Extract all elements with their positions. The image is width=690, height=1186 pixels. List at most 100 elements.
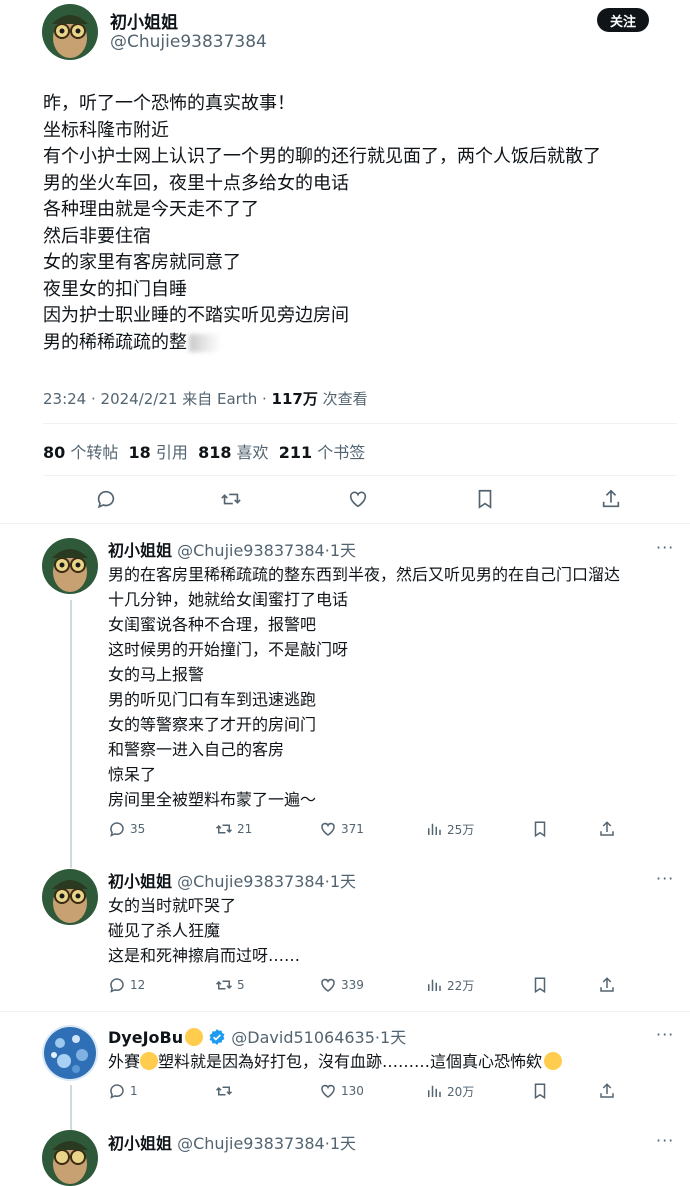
reply-line: 碰见了杀人狂魔 xyxy=(108,921,221,940)
post-body: 昨，听了一个恐怖的真实故事！ 坐标科隆市附近 有个小护士网上认识了一个男的聊的还… xyxy=(43,91,601,356)
avatar[interactable] xyxy=(42,538,98,594)
bookmark-button[interactable] xyxy=(474,488,496,510)
views-button[interactable]: 22万 xyxy=(425,976,474,994)
reply-button[interactable]: 1 xyxy=(108,1082,138,1100)
bookmark-icon xyxy=(534,977,546,994)
follow-button[interactable]: 关注 xyxy=(597,8,649,32)
share-button[interactable] xyxy=(598,1082,616,1100)
scream-emoji-icon xyxy=(140,1052,159,1070)
post-line-text: 男的稀稀疏疏的整 xyxy=(43,331,187,353)
views-label: 次查看 xyxy=(317,390,368,408)
post-line: 各种理由就是今天走不了了 xyxy=(43,199,259,220)
divider xyxy=(43,475,677,476)
views-count: 25万 xyxy=(447,822,475,837)
avatar[interactable] xyxy=(42,1025,98,1081)
reply-header: 初小姐姐 @Chujie93837384·1天 xyxy=(108,1130,356,1154)
share-icon xyxy=(600,1083,614,1098)
author-name[interactable]: DyeJoBu xyxy=(108,1028,183,1047)
more-options-icon[interactable]: ··· xyxy=(656,1025,674,1044)
divider xyxy=(0,1011,690,1012)
retweet-button[interactable]: 5 xyxy=(215,976,245,994)
share-button[interactable] xyxy=(598,820,616,838)
reply-button[interactable]: 35 xyxy=(108,820,145,838)
reply-time[interactable]: ·1天 xyxy=(325,872,356,891)
post-line: 夜里女的扣门自睡 xyxy=(43,278,187,300)
bookmarks-stat[interactable]: 211 个书签 xyxy=(279,443,366,462)
reply-icon xyxy=(110,822,124,837)
post-line: 然后非要住宿 xyxy=(43,225,151,247)
like-button[interactable]: 339 xyxy=(319,976,364,994)
post-line: 昨，听了一个恐怖的真实故事！ xyxy=(43,93,295,114)
retweet-button[interactable]: 21 xyxy=(215,820,252,838)
more-options-icon[interactable]: ··· xyxy=(656,538,674,557)
bookmark-button[interactable] xyxy=(531,1082,549,1100)
reply-line: 这是和死神擦肩而过呀…… xyxy=(108,946,301,965)
retweet-count: 21 xyxy=(237,822,253,836)
share-icon xyxy=(602,489,620,508)
reply-body: 男的在客房里稀稀疏疏的整东西到半夜，然后又听见男的在自己门口溜达 十几分钟，她就… xyxy=(108,562,620,812)
avatar[interactable] xyxy=(42,869,98,925)
views-count: 117万 xyxy=(271,390,318,408)
share-icon xyxy=(600,821,614,836)
reply-button[interactable]: 12 xyxy=(108,976,145,994)
avatar[interactable] xyxy=(42,1130,98,1186)
quotes-stat[interactable]: 18 引用 xyxy=(129,443,188,462)
reply-icon xyxy=(110,1084,124,1099)
blurred-text xyxy=(189,333,221,352)
share-button[interactable] xyxy=(600,488,622,510)
retweet-icon xyxy=(215,980,233,990)
retweets-stat[interactable]: 80 个转帖 xyxy=(43,443,118,462)
post-line: 有个小护士网上认识了一个男的聊的还行就见面了，两个人饭后就散了 xyxy=(43,146,601,167)
divider xyxy=(43,423,677,424)
author-name[interactable]: 初小姐姐 xyxy=(108,872,172,891)
scream-emoji-icon xyxy=(544,1052,563,1070)
more-options-icon[interactable]: ··· xyxy=(656,1131,674,1150)
reply-line: 女的当时就吓哭了 xyxy=(108,896,237,915)
bookmark-button[interactable] xyxy=(531,820,549,838)
author-handle[interactable]: @Chujie93837384 xyxy=(177,541,325,560)
reply-line: 这时候男的开始撞门，不是敲门呀 xyxy=(108,640,349,659)
author-name[interactable]: 初小姐姐 xyxy=(108,541,172,560)
author-handle[interactable]: @Chujie93837384 xyxy=(177,1134,325,1153)
bookmark-button[interactable] xyxy=(531,976,549,994)
likes-stat[interactable]: 818 喜欢 xyxy=(198,443,269,462)
author-handle[interactable]: @David51064635 xyxy=(231,1028,375,1047)
reply-header: 初小姐姐 @Chujie93837384·1天 xyxy=(108,868,356,892)
share-button[interactable] xyxy=(598,976,616,994)
reply-time[interactable]: ·1天 xyxy=(375,1028,406,1047)
avatar[interactable] xyxy=(42,4,98,60)
reply-header: 初小姐姐 @Chujie93837384·1天 xyxy=(108,537,356,561)
author-name[interactable]: 初小姐姐 xyxy=(108,1134,172,1153)
analytics-icon xyxy=(428,1085,441,1097)
like-count: 339 xyxy=(341,978,364,992)
heart-icon xyxy=(321,978,335,992)
retweet-icon xyxy=(215,1086,233,1096)
like-button[interactable] xyxy=(347,488,369,510)
reply-header: DyeJoBu @David51064635·1天 xyxy=(108,1024,406,1050)
like-button[interactable]: 130 xyxy=(319,1082,364,1100)
thread-line xyxy=(70,1085,72,1131)
reply-line: 房间里全被塑料布蒙了一遍～ xyxy=(108,790,317,809)
post-line: 女的家里有客房就同意了 xyxy=(43,252,241,273)
retweet-button[interactable] xyxy=(220,488,242,510)
post-timestamp[interactable]: 23:24 · 2024/2/21 来自 Earth · xyxy=(43,390,272,408)
author-name[interactable]: 初小姐姐 xyxy=(110,8,178,33)
author-handle[interactable]: @Chujie93837384 xyxy=(177,872,325,891)
reply-button[interactable] xyxy=(95,488,117,510)
reply-time[interactable]: ·1天 xyxy=(325,1134,356,1153)
post-line: 男的坐火车回，夜里十点多给女的电话 xyxy=(43,172,349,194)
post-line: 因为护士职业睡的不踏实听见旁边房间 xyxy=(43,305,349,326)
views-button[interactable]: 25万 xyxy=(425,820,474,838)
post-stats: 80 个转帖 18 引用 818 喜欢 211 个书签 xyxy=(43,439,365,463)
reply-line: 女闺蜜说各种不合理，报警吧 xyxy=(108,615,317,634)
post-line: 男的稀稀疏疏的整 xyxy=(43,330,601,357)
author-handle[interactable]: @Chujie93837384 xyxy=(110,32,267,52)
reply-icon xyxy=(110,978,124,993)
retweet-button[interactable] xyxy=(215,1082,233,1100)
reply-body: 外賽 塑料就是因為好打包，沒有血跡………這個真心恐怖欸 xyxy=(108,1049,563,1074)
like-button[interactable]: 371 xyxy=(319,820,364,838)
reply-icon xyxy=(97,490,115,509)
more-options-icon[interactable]: ··· xyxy=(656,869,674,888)
views-button[interactable]: 20万 xyxy=(425,1082,474,1100)
reply-time[interactable]: ·1天 xyxy=(325,541,356,560)
